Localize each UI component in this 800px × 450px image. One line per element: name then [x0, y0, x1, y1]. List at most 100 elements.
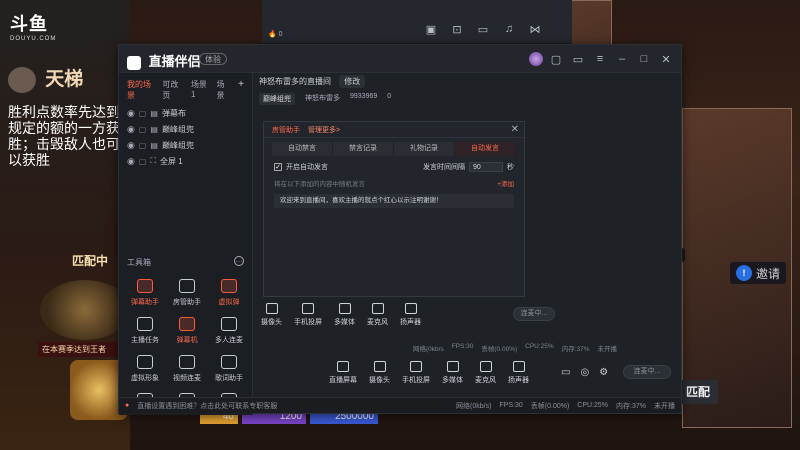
start-live-button[interactable]: 连麦中...: [623, 365, 671, 379]
tab-auto-speak[interactable]: 自动发言: [455, 142, 516, 156]
back-app-window: 🔥 0 ▣ ⊡ ▭ ♫ ⋈: [262, 0, 572, 44]
inner-phone-cast-button[interactable]: 手机投屏: [294, 303, 322, 327]
media-button[interactable]: 多媒体: [442, 361, 463, 385]
phone-cast-icon: [410, 361, 422, 372]
tool-multi-mic[interactable]: 多人连麦: [209, 317, 249, 345]
trial-badge[interactable]: 体验: [199, 53, 227, 65]
screen-icon[interactable]: ▭: [569, 50, 587, 68]
speaker-button[interactable]: 扬声器: [508, 361, 529, 385]
tab-my-scene[interactable]: 我的场景: [127, 79, 154, 101]
source-item[interactable]: ◉ ▢ ▤ 弹幕布: [119, 105, 252, 121]
close-icon[interactable]: ✕: [657, 50, 675, 68]
window-icon[interactable]: ▭: [474, 20, 492, 38]
invite-button-large[interactable]: ! 邀请: [730, 262, 787, 284]
tank-emblem: [40, 280, 130, 340]
inner-camera-button[interactable]: 摄像头: [261, 303, 282, 327]
ladder-emblem-icon: [8, 66, 36, 93]
mic-button[interactable]: 麦克风: [475, 361, 496, 385]
add-message-button[interactable]: +添加: [497, 178, 514, 188]
source-item[interactable]: ◉ ▢ ▤ 巅峰组兜: [119, 137, 252, 153]
douyu-logo: 斗鱼 DOUYU.COM: [10, 10, 56, 42]
tools-grid: 弹幕助手 房管助手 虚拟弹 主播任务 弹幕机 多人连麦 虚拟形象 视频连麦 歌词…: [125, 279, 249, 411]
tool-virtual[interactable]: 虚拟弹: [209, 279, 249, 307]
eye-icon[interactable]: ◉: [127, 156, 135, 167]
inner-speaker-button[interactable]: 扬声器: [400, 303, 421, 327]
screen-capture-button[interactable]: 直播屏幕: [329, 361, 357, 385]
enable-checkbox[interactable]: ✓: [274, 163, 282, 171]
tool-lyrics[interactable]: 歌词助手: [209, 355, 249, 383]
room-category[interactable]: 巅峰组兜: [259, 93, 295, 105]
app-name: 直播伴侣: [148, 54, 201, 69]
record-icon[interactable]: ▭: [561, 367, 570, 378]
media-icon: [338, 303, 351, 314]
eye-icon[interactable]: ◉: [127, 108, 135, 119]
lock-icon[interactable]: ▢: [139, 125, 147, 134]
mic-icon: [371, 303, 384, 314]
manage-more-link[interactable]: 管理更多>: [308, 125, 340, 135]
window-controls: ▢ ▭ ≡ – □ ✕: [529, 50, 675, 68]
lock-icon[interactable]: ⊡: [448, 20, 466, 38]
logo-sub: DOUYU.COM: [10, 36, 57, 42]
inner-media-button[interactable]: 多媒体: [334, 303, 355, 327]
mic-link-icon: [221, 317, 237, 331]
lock-icon[interactable]: ▢: [139, 109, 147, 118]
preview-icon[interactable]: ◎: [580, 367, 589, 378]
tab-auto-mute[interactable]: 自动禁言: [272, 142, 333, 156]
live-settings-icon[interactable]: ⚙: [599, 367, 608, 378]
phone-cast-button[interactable]: 手机投屏: [402, 361, 430, 385]
ladder-title: 天梯: [8, 64, 118, 93]
scene-tabs: 我的场景 可改页 场景1 场景 +: [119, 73, 252, 105]
tool-danmaku-assistant[interactable]: 弹幕助手: [125, 279, 165, 307]
tool-danmaku-machine[interactable]: 弹幕机: [167, 317, 207, 345]
tool-virtual-avatar[interactable]: 虚拟形象: [125, 355, 165, 383]
danmaku-machine-icon: [179, 317, 195, 331]
lock-icon[interactable]: ▢: [139, 157, 147, 166]
share-icon[interactable]: ⋈: [526, 20, 544, 38]
bell-icon[interactable]: ♫: [500, 20, 518, 38]
inner-live-button[interactable]: 连麦中...: [513, 307, 555, 321]
back-flame-count: 🔥 0: [268, 31, 283, 38]
eye-icon[interactable]: ◉: [127, 124, 135, 135]
minimize-icon[interactable]: –: [613, 50, 631, 68]
ladder-title-text: 天梯: [45, 69, 84, 90]
season-text: 在本赛季达到王者: [38, 342, 128, 357]
interval-select[interactable]: 90: [469, 162, 503, 172]
picture-icon: ▤: [150, 140, 158, 150]
edit-room-button[interactable]: 修改: [339, 75, 366, 88]
interval-label: 发言时间间隔: [423, 164, 465, 171]
avatar[interactable]: [529, 52, 543, 66]
lock-icon[interactable]: ▢: [139, 141, 147, 150]
hint-text: 将在以下添加的内容中随机发言: [274, 181, 365, 188]
fps-stat: FPS:30: [499, 402, 523, 409]
source-item[interactable]: ◉ ▢ ⛶ 全屏 1: [119, 153, 252, 169]
camera-icon[interactable]: ▣: [422, 20, 440, 38]
main-controls: 直播屏幕 摄像头 手机投屏 多媒体 麦克风 扬声器: [329, 361, 529, 385]
phone-icon[interactable]: ▢: [547, 50, 565, 68]
tool-streamer-task[interactable]: 主播任务: [125, 317, 165, 345]
camera-icon: [373, 361, 386, 372]
camera-button[interactable]: 摄像头: [369, 361, 390, 385]
settings-icon[interactable]: ≡: [591, 50, 609, 68]
tool-video-mic[interactable]: 视频连麦: [167, 355, 207, 383]
tools-title: 工具箱: [127, 258, 151, 267]
eye-icon[interactable]: ◉: [127, 140, 135, 151]
tab-gift-log[interactable]: 礼物记录: [394, 142, 455, 156]
add-scene-button[interactable]: +: [238, 79, 244, 101]
close-icon[interactable]: ✕: [511, 124, 519, 135]
tool-room-manager[interactable]: 房管助手: [167, 279, 207, 307]
source-item[interactable]: ◉ ▢ ▤ 巅峰组兜: [119, 121, 252, 137]
title-bar: 直播伴侣 体验 ▢ ▭ ≡ – □ ✕: [119, 45, 681, 73]
tab-scene-1[interactable]: 场景1: [191, 79, 209, 101]
net-stat: 网络(0kb/s): [456, 402, 492, 410]
logo-text: 斗鱼: [10, 14, 48, 34]
dialog-title[interactable]: 房管助手: [272, 125, 300, 135]
help-link[interactable]: 直播设置遇到困难？点击此处可联系专职客服: [137, 401, 277, 411]
tab-scene-a[interactable]: 可改页: [162, 79, 183, 101]
tab-mute-log[interactable]: 禁言记录: [333, 142, 394, 156]
message-item[interactable]: 欢迎来到直播间，喜欢主播的就点个红心以示注明谢谢！: [274, 194, 514, 208]
tab-scene[interactable]: 场景: [216, 79, 230, 101]
inner-mic-button[interactable]: 麦克风: [367, 303, 388, 327]
more-tools-icon[interactable]: …: [234, 256, 244, 266]
room-count: 0: [387, 93, 392, 100]
maximize-icon[interactable]: □: [635, 50, 653, 68]
